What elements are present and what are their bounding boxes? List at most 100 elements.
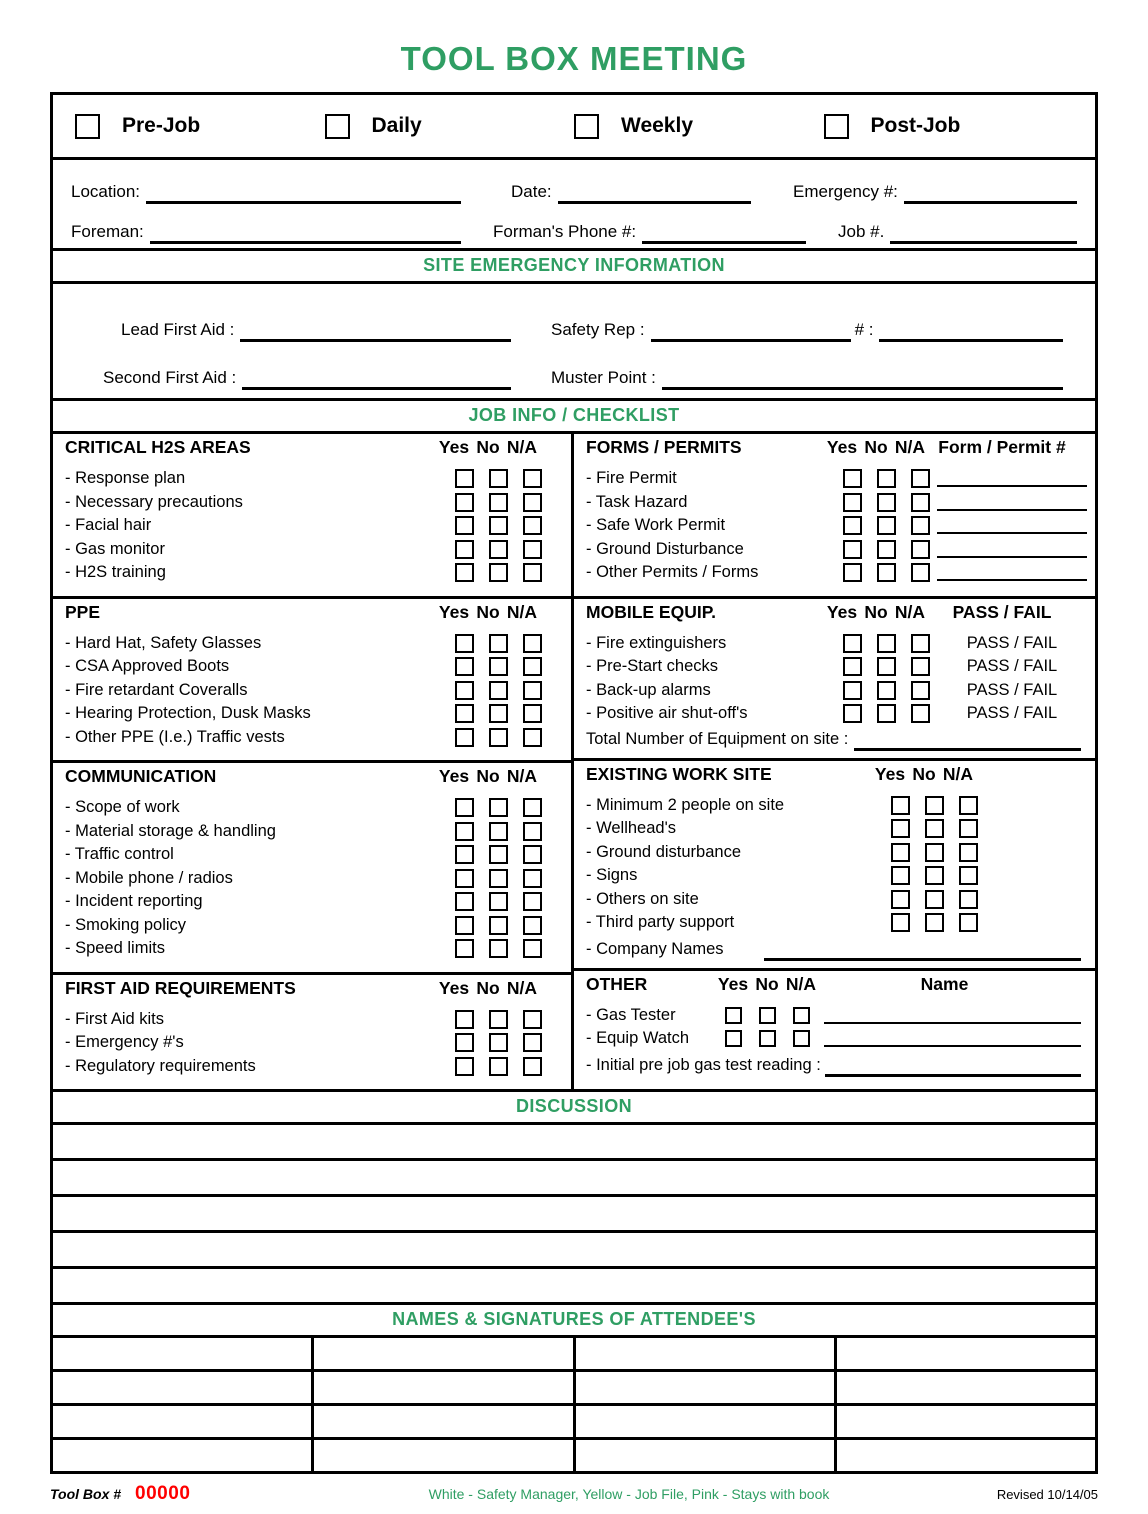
gas-test-reading-input[interactable] <box>824 1054 1081 1077</box>
checkbox-na[interactable] <box>958 819 983 844</box>
checkbox-yes[interactable] <box>724 1006 747 1029</box>
checkbox-na[interactable] <box>958 889 983 914</box>
checkbox-na[interactable] <box>522 1009 547 1034</box>
foreman-phone-field[interactable]: Forman's Phone #: <box>461 221 806 244</box>
form-permit-number-input[interactable] <box>937 564 1087 582</box>
checkbox-no[interactable] <box>488 633 513 658</box>
checkbox-na[interactable] <box>910 657 935 682</box>
checkbox-no[interactable] <box>924 795 949 820</box>
signature-cell[interactable] <box>837 1372 1095 1403</box>
checkbox-yes[interactable] <box>454 680 479 705</box>
checkbox-na[interactable] <box>522 939 547 964</box>
checkbox-yes[interactable] <box>890 913 915 938</box>
signature-cell[interactable] <box>576 1440 837 1471</box>
checkbox-na[interactable] <box>910 492 935 517</box>
discussion-line[interactable] <box>53 1269 1095 1302</box>
pass-fail-value[interactable]: PASS / FAIL <box>937 634 1087 653</box>
signature-cell[interactable] <box>576 1406 837 1437</box>
checkbox-na[interactable] <box>792 1006 815 1029</box>
signature-cell[interactable] <box>314 1372 576 1403</box>
form-permit-number-input[interactable] <box>937 517 1087 535</box>
checkbox-yes[interactable] <box>454 469 479 494</box>
checkbox-post-job[interactable] <box>823 113 855 145</box>
checkbox-na[interactable] <box>522 469 547 494</box>
signature-cell[interactable] <box>314 1440 576 1471</box>
checkbox-no[interactable] <box>488 1033 513 1058</box>
checkbox-no[interactable] <box>488 516 513 541</box>
checkbox-na[interactable] <box>522 539 547 564</box>
checkbox-yes[interactable] <box>454 798 479 823</box>
checkbox-na[interactable] <box>522 727 547 752</box>
checkbox-yes[interactable] <box>454 821 479 846</box>
checkbox-yes[interactable] <box>454 845 479 870</box>
signature-cell[interactable] <box>314 1406 576 1437</box>
safety-rep-input[interactable] <box>650 319 851 342</box>
checkbox-no[interactable] <box>758 1030 781 1053</box>
checkbox-no[interactable] <box>924 913 949 938</box>
checkbox-no[interactable] <box>488 821 513 846</box>
signature-cell[interactable] <box>314 1338 576 1369</box>
muster-point-field[interactable]: Muster Point : <box>551 367 1077 390</box>
checkbox-na[interactable] <box>522 633 547 658</box>
checkbox-no[interactable] <box>488 492 513 517</box>
checkbox-yes[interactable] <box>890 889 915 914</box>
location-input[interactable] <box>146 181 461 204</box>
checkbox-na[interactable] <box>522 915 547 940</box>
checkbox-na[interactable] <box>522 516 547 541</box>
checkbox-yes[interactable] <box>842 633 867 658</box>
meeting-type-daily[interactable]: Daily <box>324 113 575 145</box>
pass-fail-value[interactable]: PASS / FAIL <box>937 657 1087 676</box>
checkbox-no[interactable] <box>924 889 949 914</box>
checkbox-na[interactable] <box>958 866 983 891</box>
checkbox-no[interactable] <box>488 915 513 940</box>
checkbox-yes[interactable] <box>842 516 867 541</box>
checkbox-no[interactable] <box>876 516 901 541</box>
checkbox-yes[interactable] <box>454 915 479 940</box>
checkbox-no[interactable] <box>488 657 513 682</box>
checkbox-yes[interactable] <box>842 657 867 682</box>
checkbox-na[interactable] <box>958 842 983 867</box>
discussion-line[interactable] <box>53 1197 1095 1233</box>
signature-cell[interactable] <box>576 1372 837 1403</box>
checkbox-yes[interactable] <box>890 866 915 891</box>
checkbox-no[interactable] <box>876 469 901 494</box>
checkbox-na[interactable] <box>910 704 935 729</box>
checkbox-na[interactable] <box>522 704 547 729</box>
checkbox-yes[interactable] <box>454 539 479 564</box>
checkbox-na[interactable] <box>522 563 547 588</box>
discussion-line[interactable] <box>53 1161 1095 1197</box>
pass-fail-value[interactable]: PASS / FAIL <box>937 681 1087 700</box>
safety-rep-field[interactable]: Safety Rep : # : <box>551 319 1077 342</box>
checkbox-no[interactable] <box>758 1006 781 1029</box>
signature-cell[interactable] <box>837 1338 1095 1369</box>
checkbox-yes[interactable] <box>454 633 479 658</box>
checkbox-yes[interactable] <box>454 727 479 752</box>
form-permit-number-input[interactable] <box>937 470 1087 488</box>
checkbox-yes[interactable] <box>890 819 915 844</box>
checkbox-no[interactable] <box>876 492 901 517</box>
checkbox-yes[interactable] <box>454 516 479 541</box>
date-input[interactable] <box>557 181 751 204</box>
checkbox-na[interactable] <box>958 795 983 820</box>
checkbox-yes[interactable] <box>454 939 479 964</box>
checkbox-na[interactable] <box>522 492 547 517</box>
checkbox-na[interactable] <box>958 913 983 938</box>
checkbox-no[interactable] <box>488 1056 513 1081</box>
foreman-input[interactable] <box>149 221 461 244</box>
checkbox-yes[interactable] <box>842 680 867 705</box>
checkbox-no[interactable] <box>924 819 949 844</box>
checkbox-na[interactable] <box>522 680 547 705</box>
checkbox-no[interactable] <box>488 868 513 893</box>
checkbox-yes[interactable] <box>842 539 867 564</box>
checkbox-no[interactable] <box>924 866 949 891</box>
checkbox-yes[interactable] <box>890 795 915 820</box>
checkbox-na[interactable] <box>910 469 935 494</box>
checkbox-yes[interactable] <box>842 704 867 729</box>
checkbox-no[interactable] <box>876 680 901 705</box>
checkbox-no[interactable] <box>488 845 513 870</box>
discussion-line[interactable] <box>53 1233 1095 1269</box>
checkbox-yes[interactable] <box>454 492 479 517</box>
checkbox-yes[interactable] <box>454 868 479 893</box>
checkbox-na[interactable] <box>792 1030 815 1053</box>
emergency-number-input[interactable] <box>903 181 1077 204</box>
